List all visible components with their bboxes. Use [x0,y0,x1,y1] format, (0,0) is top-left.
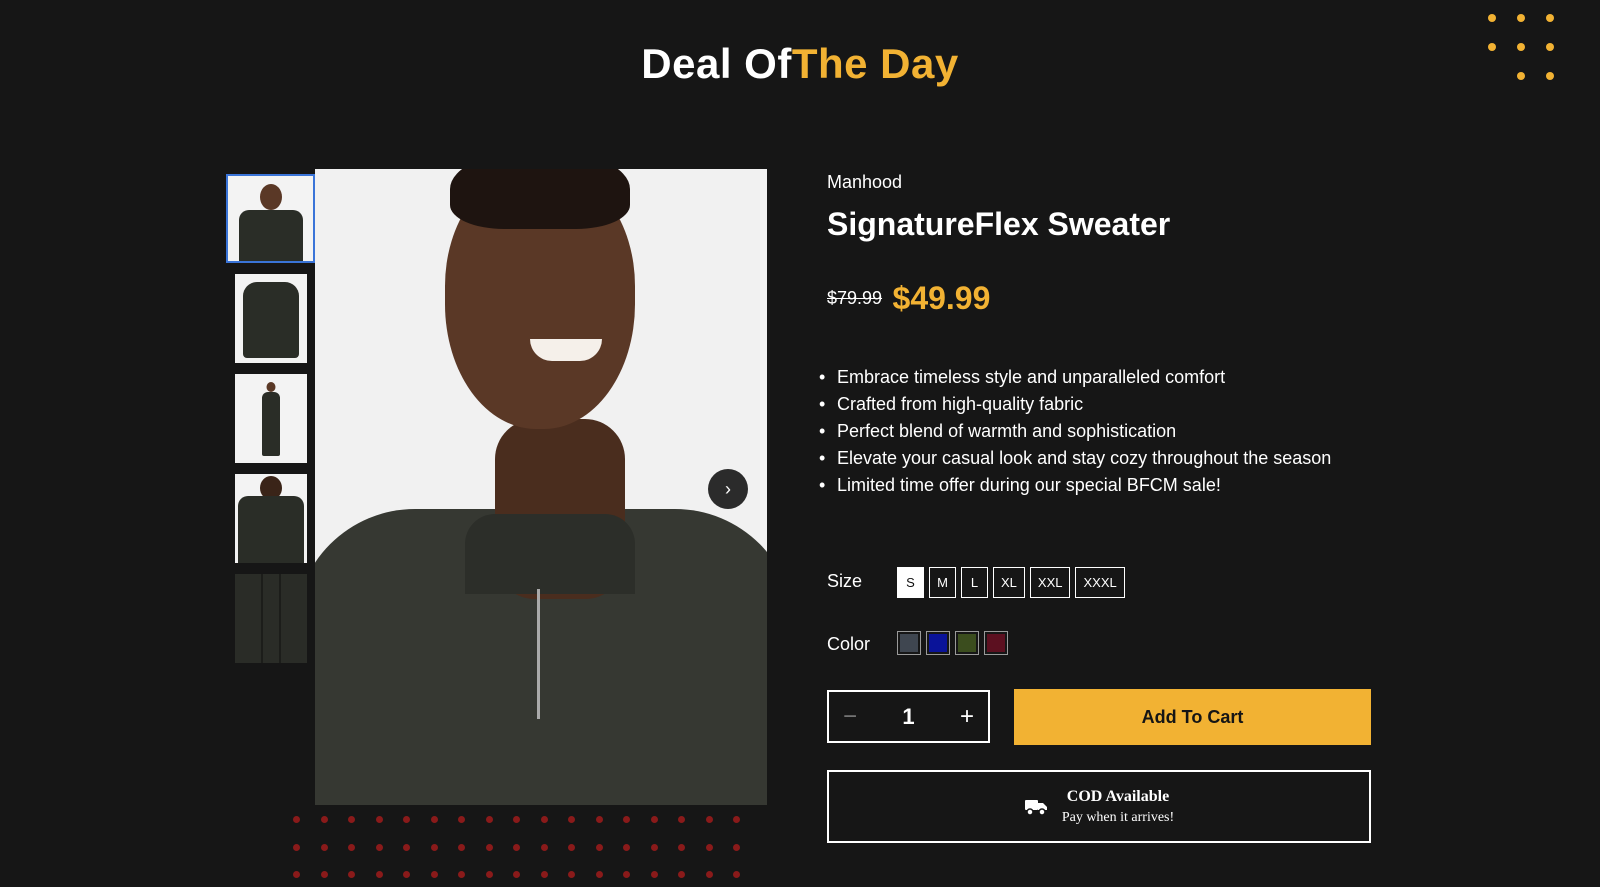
feature-item: Crafted from high-quality fabric [819,391,1339,418]
next-image-button[interactable]: › [708,469,748,509]
feature-list: Embrace timeless style and unparalleled … [819,364,1339,499]
thumbnail-list [226,174,315,674]
quantity-value[interactable]: 1 [902,704,914,730]
decrease-quantity-button[interactable]: − [843,703,857,731]
color-swatch[interactable] [926,631,950,655]
old-price: $79.99 [827,288,883,308]
size-option-l[interactable]: L [961,567,988,598]
thumbnail-full-body[interactable] [234,374,307,463]
feature-item: Perfect blend of warmth and sophisticati… [819,418,1339,445]
add-to-cart-button[interactable]: Add To Cart [1014,689,1371,745]
size-option-s[interactable]: S [897,567,924,598]
feature-item: Embrace timeless style and unparalleled … [819,364,1339,391]
color-swatch[interactable] [897,631,921,655]
size-option-xl[interactable]: XL [993,567,1025,598]
decorative-dots-bottom [293,816,761,887]
size-option-xxl[interactable]: XXL [1029,567,1071,598]
page-title: Deal OfThe Day [0,40,1600,88]
brand-name: Manhood [827,172,903,192]
thumbnail-back[interactable] [234,474,307,563]
color-options [897,631,1008,655]
feature-item: Limited time offer during our special BF… [819,472,1339,499]
thumbnail-pants[interactable] [234,574,307,663]
product-name: SignatureFlex Sweater [827,206,1171,242]
feature-item: Elevate your casual look and stay cozy t… [819,445,1339,472]
title-part-2: The Day [791,40,959,87]
cod-subtitle: Pay when it arrives! [1061,809,1175,825]
size-label: Size [827,571,863,591]
cod-banner: COD Available Pay when it arrives! [827,770,1371,843]
quantity-stepper: − 1 + [827,690,990,743]
price-block: $79.99 $49.99 [827,280,990,317]
thumbnail-flat[interactable] [234,274,307,363]
decorative-dots-top-right [1488,14,1575,101]
main-product-image [315,169,767,805]
truck-icon [1024,799,1047,816]
size-option-m[interactable]: M [929,567,956,598]
chevron-right-icon: › [725,478,731,499]
color-swatch[interactable] [955,631,979,655]
size-option-xxxl[interactable]: XXXL [1075,567,1125,598]
size-options: S M L XL XXL XXXL [897,567,1125,598]
sale-price: $49.99 [892,280,991,316]
thumbnail-front[interactable] [226,174,315,263]
cod-title: COD Available [1066,787,1170,805]
title-part-1: Deal Of [641,40,792,87]
color-swatch[interactable] [984,631,1008,655]
color-label: Color [827,634,871,654]
increase-quantity-button[interactable]: + [960,703,974,731]
